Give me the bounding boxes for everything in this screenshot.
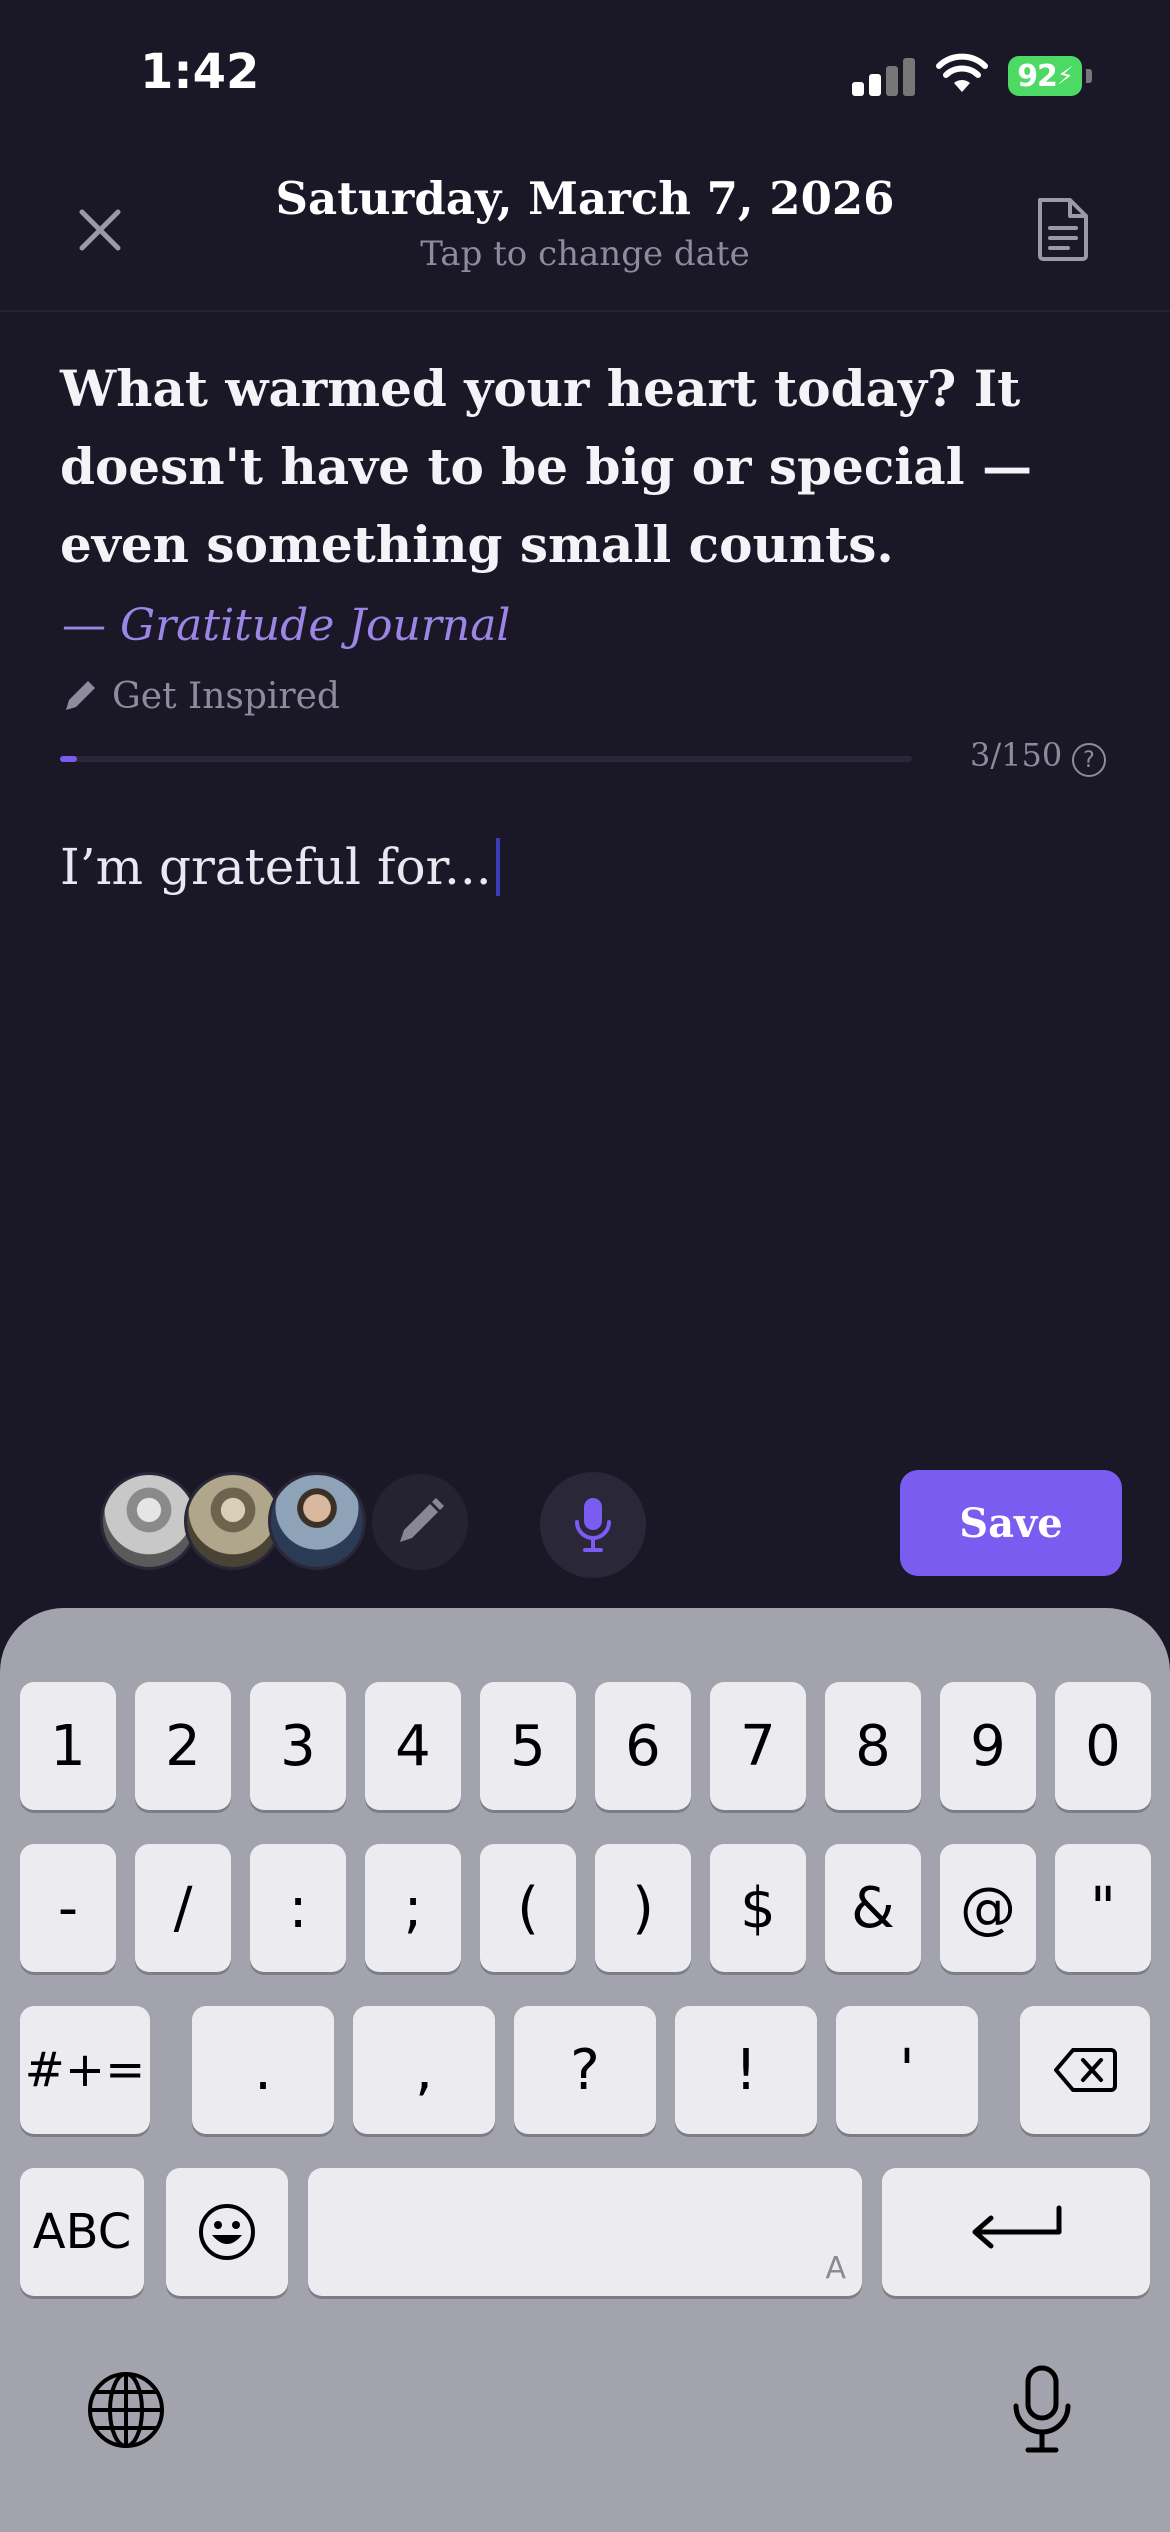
word-progress-bar [60,756,912,762]
key-label: ! [734,2037,758,2103]
prompt-attribution: — Gratitude Journal [62,600,511,651]
key-2[interactable]: 2 [135,1682,231,1810]
word-count: 3/150 [970,736,1063,774]
key-symbol[interactable]: & [825,1844,921,1972]
space-key-mark: A [825,2251,846,2286]
write-style-button[interactable] [372,1474,468,1570]
globe-icon[interactable] [86,2370,166,2450]
key-label: 5 [510,1713,546,1779]
emoji-key[interactable] [166,2168,288,2296]
key-label: ' [899,2037,915,2103]
key-label: , [415,2037,433,2103]
key-symbol[interactable]: @ [940,1844,1036,1972]
key-symbol[interactable]: $ [710,1844,806,1972]
key-label: 2 [165,1713,201,1779]
header: Saturday, March 7, 2026 Tap to change da… [0,150,1170,312]
key-7[interactable]: 7 [710,1682,806,1810]
delete-icon [1054,2048,1117,2092]
key-label: ) [632,1875,654,1941]
key-label: 6 [625,1713,661,1779]
entry-text: I’m grateful for... [60,838,492,896]
key-label: ( [517,1875,539,1941]
key-label: $ [740,1875,776,1941]
space-key[interactable]: A [308,2168,862,2296]
key-3[interactable]: 3 [250,1682,346,1810]
return-key[interactable] [882,2168,1150,2296]
get-inspired-button[interactable]: Get Inspired [60,668,340,724]
key-label: & [851,1875,895,1941]
key-symbol[interactable]: / [135,1844,231,1972]
key-label: 7 [740,1713,776,1779]
return-icon [972,2205,1062,2249]
key-label: ; [403,1875,423,1941]
key-label: - [57,1875,79,1941]
date-title[interactable]: Saturday, March 7, 2026 [0,172,1170,225]
key-symbol[interactable]: " [1055,1844,1151,1972]
key-label: #+= [24,2042,146,2098]
keyboard: 1 2 3 4 5 6 7 8 9 0 - /:; () $ & @ " #+=.,?! ' ABC A [0,1608,1170,2532]
avatar[interactable] [268,1472,366,1570]
key-label: 1 [50,1713,86,1779]
key-label: @ [960,1875,1016,1941]
entry-toolbar: Save [0,1468,1170,1578]
dictation-microphone-icon[interactable] [1010,2364,1074,2456]
battery-icon: 92 ⚡ [1008,56,1092,96]
document-icon[interactable] [1034,196,1092,262]
key-label: / [173,1875,193,1941]
key-symbol[interactable]: ! [675,2006,817,2134]
key-symbol[interactable]: ' [836,2006,978,2134]
key-label: 8 [855,1713,891,1779]
entry-text-field[interactable]: I’m grateful for... [60,838,500,896]
battery-level: 92 ⚡ [1008,56,1082,96]
emoji-icon [199,2204,255,2260]
key-label: : [288,1875,308,1941]
key-label: 3 [280,1713,316,1779]
key-symbol[interactable]: . [192,2006,334,2134]
key-label: . [254,2037,272,2103]
pencil-icon [66,681,95,710]
key-symbol[interactable]: : [250,1844,346,1972]
key-symbol[interactable]: ) [595,1844,691,1972]
wifi-icon [936,53,988,92]
key-9[interactable]: 9 [940,1682,1036,1810]
key-label: 4 [395,1713,431,1779]
delete-key[interactable] [1020,2006,1150,2134]
key-symbol[interactable]: - [20,1844,116,1972]
key-label: ? [570,2037,600,2103]
get-inspired-label: Get Inspired [112,675,340,717]
key-symbol[interactable]: ? [514,2006,656,2134]
voice-input-button[interactable] [540,1472,646,1578]
text-caret [495,838,500,896]
key-label: " [1090,1875,1116,1941]
status-time: 1:42 [140,44,260,100]
key-label: 0 [1085,1713,1121,1779]
key-label: 9 [970,1713,1006,1779]
key-1[interactable]: 1 [20,1682,116,1810]
journal-prompt: What warmed your heart today? It doesn't… [60,359,1033,574]
status-bar: 1:42 92 ⚡ [0,0,1170,150]
key-5[interactable]: 5 [480,1682,576,1810]
key-label: ABC [32,2204,132,2260]
word-progress-fill [60,756,78,762]
cellular-signal-icon [852,56,916,96]
help-icon[interactable]: ? [1072,743,1106,777]
key-symbol[interactable]: ( [480,1844,576,1972]
more-symbols-key[interactable]: #+= [20,2006,150,2134]
pencil-icon [400,1498,444,1542]
change-date-hint[interactable]: Tap to change date [0,234,1170,274]
key-6[interactable]: 6 [595,1682,691,1810]
key-0[interactable]: 0 [1055,1682,1151,1810]
key-symbol[interactable]: , [353,2006,495,2134]
abc-key[interactable]: ABC [20,2168,144,2296]
microphone-icon [575,1498,611,1552]
key-4[interactable]: 4 [365,1682,461,1810]
key-8[interactable]: 8 [825,1682,921,1810]
key-symbol[interactable]: ; [365,1844,461,1972]
save-button[interactable]: Save [900,1470,1122,1576]
